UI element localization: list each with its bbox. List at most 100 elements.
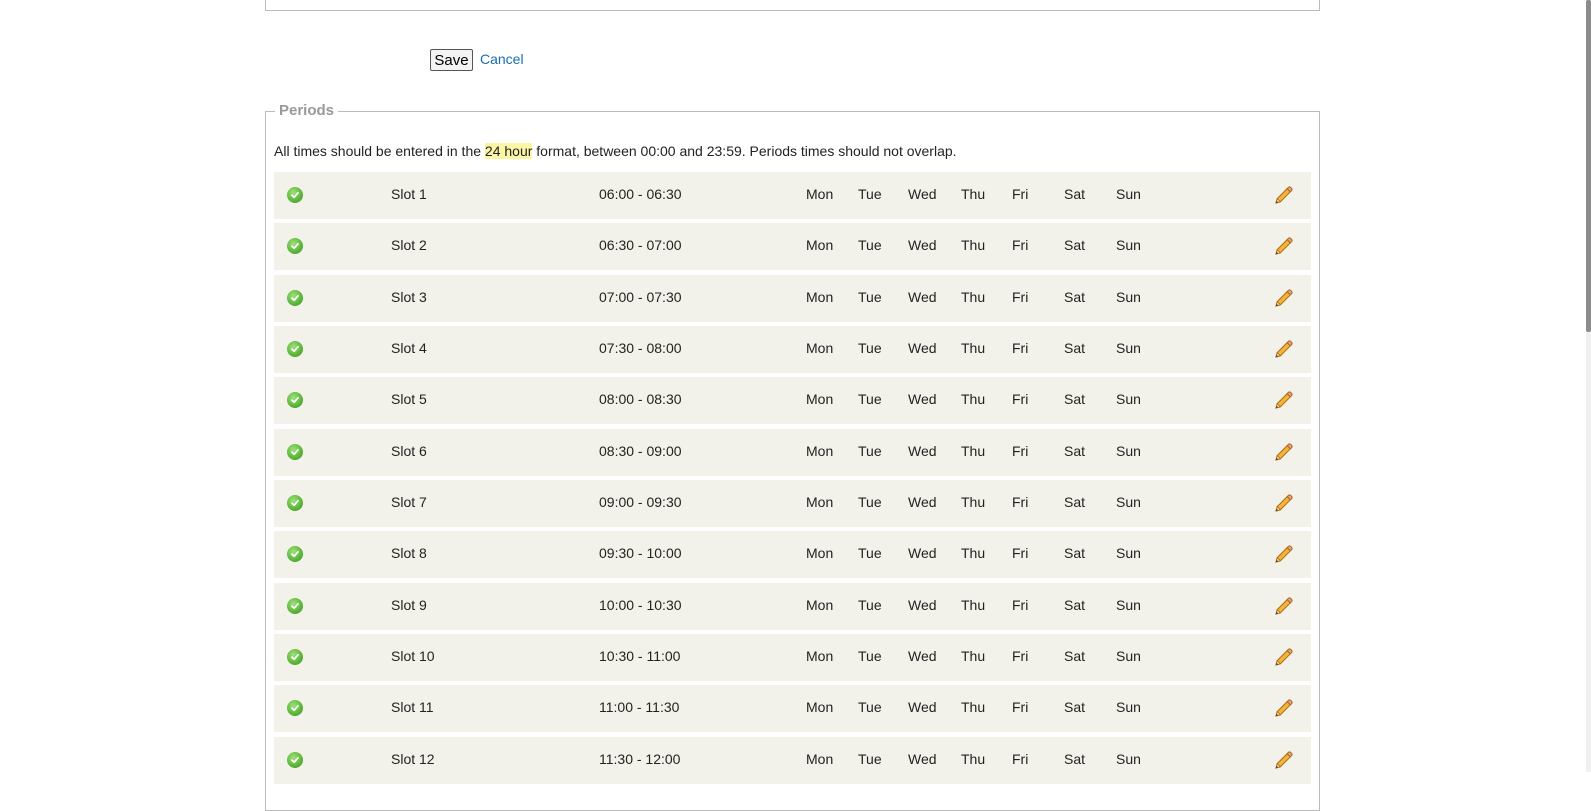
- period-day: Mon: [806, 545, 834, 562]
- period-day: Sat: [1064, 596, 1086, 613]
- period-day: Thu: [961, 596, 986, 613]
- period-row: Slot 7 09:00 - 09:30 Mon Tue Wed Thu Fri Sat Sun: [274, 480, 1311, 528]
- pencil-icon[interactable]: [1272, 750, 1294, 772]
- period-day: Sun: [1116, 391, 1141, 408]
- period-day: Wed: [908, 288, 937, 305]
- period-day: Wed: [908, 648, 937, 665]
- period-time: 11:30 - 12:00: [599, 750, 681, 767]
- period-day: Wed: [908, 596, 937, 613]
- period-day: Thu: [961, 288, 986, 305]
- period-day: Mon: [806, 186, 834, 202]
- pencil-icon[interactable]: [1272, 647, 1294, 669]
- pencil-icon[interactable]: [1272, 544, 1294, 566]
- cancel-link[interactable]: Cancel: [480, 51, 524, 67]
- pencil-icon[interactable]: [1272, 236, 1294, 258]
- period-day: Mon: [806, 648, 834, 665]
- page-scrollbar-thumb[interactable]: [1586, 0, 1591, 332]
- info-text-highlight: 24 hour: [484, 143, 533, 159]
- period-day: Wed: [908, 699, 937, 716]
- period-row: Slot 2 06:30 - 07:00 Mon Tue Wed Thu Fri Sat Sun: [274, 223, 1311, 271]
- period-day: Thu: [961, 442, 986, 459]
- period-day: Sat: [1064, 442, 1086, 459]
- pencil-icon[interactable]: [1272, 390, 1294, 412]
- save-button[interactable]: Save: [430, 49, 473, 71]
- period-day: Mon: [806, 442, 834, 459]
- period-day: Sat: [1064, 288, 1086, 305]
- period-name: Slot 1: [391, 186, 427, 202]
- period-day: Fri: [1012, 545, 1029, 562]
- period-day: Fri: [1012, 442, 1029, 459]
- pencil-icon[interactable]: [1272, 596, 1294, 618]
- period-row: Slot 4 07:30 - 08:00 Mon Tue Wed Thu Fri Sat Sun: [274, 326, 1311, 374]
- period-name: Slot 3: [391, 288, 427, 305]
- check-circle-icon: [287, 187, 303, 203]
- period-name: Slot 8: [391, 545, 427, 562]
- period-day: Fri: [1012, 391, 1029, 408]
- period-time: 08:00 - 08:30: [599, 391, 682, 408]
- period-day: Mon: [806, 391, 834, 408]
- period-name: Slot 5: [391, 391, 427, 408]
- period-day: Thu: [961, 186, 986, 202]
- periods-list: Slot 1 06:00 - 06:30 Mon Tue Wed Thu Fri Sat Sun…: [274, 172, 1311, 788]
- period-day: Sat: [1064, 340, 1086, 357]
- period-day: Thu: [961, 545, 986, 562]
- period-day: Tue: [858, 494, 882, 511]
- period-name: Slot 6: [391, 442, 427, 459]
- period-day: Tue: [858, 186, 882, 202]
- check-circle-icon: [287, 597, 303, 614]
- period-day: Fri: [1012, 186, 1029, 202]
- period-day: Sun: [1116, 648, 1141, 665]
- periods-legend: Periods: [275, 102, 339, 119]
- period-day: Fri: [1012, 237, 1029, 254]
- period-day: Fri: [1012, 288, 1029, 305]
- period-day: Wed: [908, 442, 937, 459]
- period-day: Mon: [806, 750, 834, 767]
- period-time: 08:30 - 09:00: [599, 442, 682, 459]
- period-day: Tue: [858, 596, 882, 613]
- period-day: Mon: [806, 237, 834, 254]
- period-day: Thu: [961, 237, 986, 254]
- period-time: 10:30 - 11:00: [599, 648, 681, 665]
- period-day: Sun: [1116, 699, 1141, 716]
- period-day: Fri: [1012, 596, 1029, 613]
- period-day: Thu: [961, 699, 986, 716]
- check-circle-icon: [287, 546, 303, 563]
- period-day: Thu: [961, 340, 986, 357]
- period-row: Slot 1 06:00 - 06:30 Mon Tue Wed Thu Fri Sat Sun: [274, 172, 1311, 219]
- period-name: Slot 9: [391, 596, 427, 613]
- pencil-icon[interactable]: [1272, 442, 1294, 464]
- pencil-icon[interactable]: [1272, 493, 1294, 515]
- check-circle-icon: [287, 443, 303, 460]
- period-name: Slot 2: [391, 237, 427, 254]
- check-circle-icon: [287, 238, 303, 255]
- period-day: Tue: [858, 442, 882, 459]
- period-day: Tue: [858, 340, 882, 357]
- period-day: Sun: [1116, 545, 1141, 562]
- period-day: Sun: [1116, 442, 1141, 459]
- period-day: Fri: [1012, 340, 1029, 357]
- period-name: Slot 12: [391, 750, 435, 767]
- period-day: Sun: [1116, 340, 1141, 357]
- pencil-icon[interactable]: [1272, 288, 1294, 310]
- pencil-icon[interactable]: [1272, 339, 1294, 361]
- period-day: Wed: [908, 237, 937, 254]
- check-circle-icon: [287, 341, 303, 358]
- period-day: Thu: [961, 494, 986, 511]
- info-text-after: format, between 00:00 and 23:59. Periods…: [532, 143, 957, 159]
- period-time: 06:30 - 07:00: [599, 237, 682, 254]
- pencil-icon[interactable]: [1272, 185, 1294, 207]
- check-circle-icon: [287, 495, 303, 512]
- period-day: Sun: [1116, 494, 1141, 511]
- period-row: Slot 10 10:30 - 11:00 Mon Tue Wed Thu Fri Sat Su…: [274, 634, 1311, 682]
- period-day: Tue: [858, 545, 882, 562]
- period-day: Mon: [806, 699, 834, 716]
- period-row: Slot 3 07:00 - 07:30 Mon Tue Wed Thu Fri Sat Sun: [274, 274, 1311, 322]
- period-row: Slot 11 11:00 - 11:30 Mon Tue Wed Thu Fri Sat Su…: [274, 685, 1311, 733]
- period-day: Tue: [858, 288, 882, 305]
- period-time: 11:00 - 11:30: [599, 699, 680, 716]
- periods-info-text: All times should be entered in the 24 ho…: [274, 143, 957, 159]
- pencil-icon[interactable]: [1272, 698, 1294, 720]
- period-day: Sat: [1064, 750, 1086, 767]
- check-circle-icon: [287, 289, 303, 306]
- period-row: Slot 6 08:30 - 09:00 Mon Tue Wed Thu Fri Sat Sun: [274, 428, 1311, 476]
